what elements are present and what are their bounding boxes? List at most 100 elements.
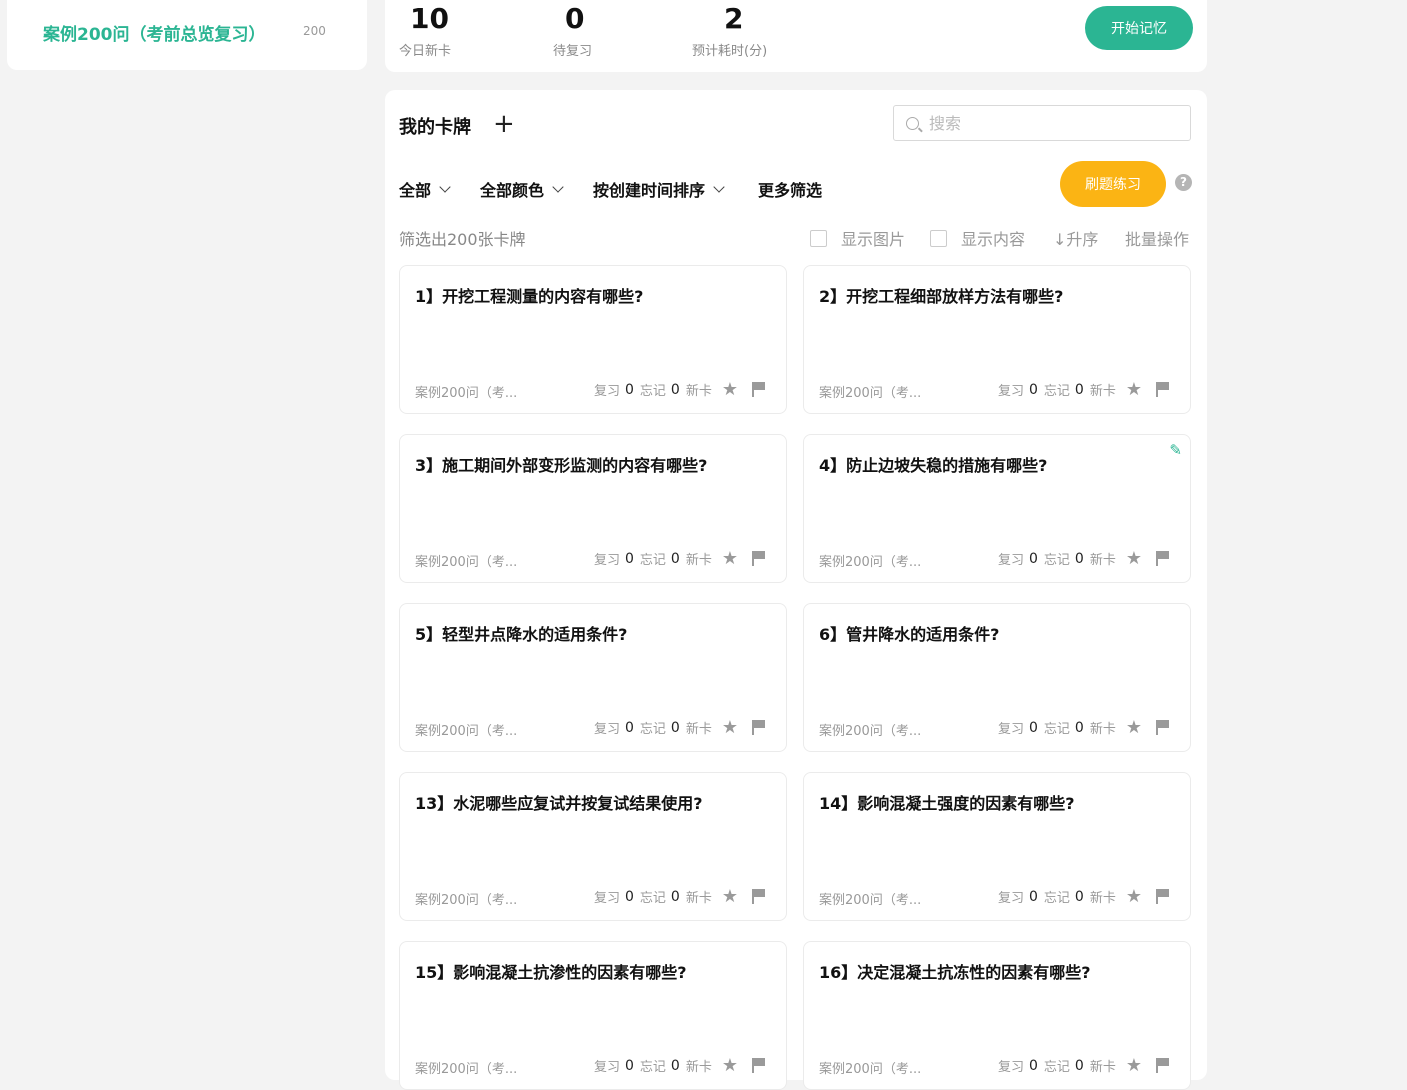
star-icon[interactable]: ★	[1126, 887, 1142, 905]
card-deck: 案例200问（考...	[415, 724, 518, 739]
show-content-label: 显示内容	[961, 230, 1026, 249]
new-label: 新卡	[685, 891, 712, 906]
filter-label: 按创建时间排序	[593, 181, 706, 200]
review-label: 复习	[997, 891, 1024, 906]
card-item[interactable]: 14】影响混凝土强度的因素有哪些? 案例200问（考... 复习 0 忘记 0 新卡…	[803, 772, 1191, 921]
review-label: 复习	[997, 722, 1024, 737]
search-input[interactable]	[927, 112, 1171, 134]
review-label: 复习	[997, 553, 1024, 568]
star-icon[interactable]: ★	[1126, 549, 1142, 567]
sort-dropdown[interactable]: 按创建时间排序	[593, 177, 725, 201]
flag-icon[interactable]	[752, 720, 766, 735]
star-icon[interactable]: ★	[722, 1056, 738, 1074]
review-count: 0	[624, 888, 634, 905]
star-icon[interactable]: ★	[722, 380, 738, 398]
new-label: 新卡	[1089, 553, 1116, 568]
star-icon[interactable]: ★	[1126, 718, 1142, 736]
forget-count: 0	[670, 719, 680, 736]
flag-icon[interactable]	[1156, 889, 1170, 904]
star-icon[interactable]: ★	[1126, 380, 1142, 398]
card-deck: 案例200问（考...	[415, 893, 518, 908]
card-stats: 复习 0 忘记 0 新卡 ★	[998, 1056, 1170, 1075]
flag-icon[interactable]	[752, 889, 766, 904]
flag-icon[interactable]	[1156, 382, 1170, 397]
new-label: 新卡	[1089, 384, 1116, 399]
new-label: 新卡	[685, 384, 712, 399]
card-item[interactable]: 16】决定混凝土抗冻性的因素有哪些? 案例200问（考... 复习 0 忘记 0 新…	[803, 941, 1191, 1090]
practice-button[interactable]: 刷题练习	[1060, 161, 1166, 207]
card-stats: 复习 0 忘记 0 新卡 ★	[998, 718, 1170, 737]
help-icon[interactable]: ?	[1175, 174, 1192, 191]
card-question: 5】轻型井点降水的适用条件?	[415, 625, 628, 644]
star-icon[interactable]: ★	[722, 549, 738, 567]
card-deck: 案例200问（考...	[819, 386, 922, 401]
card-item[interactable]: 1】开挖工程测量的内容有哪些? 案例200问（考... 复习 0 忘记 0 新卡 ★	[399, 265, 787, 414]
show-content-checkbox[interactable]	[930, 229, 947, 247]
forget-label: 忘记	[639, 1060, 666, 1075]
stat-label: 今日新卡	[399, 44, 452, 59]
card-item[interactable]: 2】开挖工程细部放样方法有哪些? 案例200问（考... 复习 0 忘记 0 新卡 …	[803, 265, 1191, 414]
review-label: 复习	[997, 384, 1024, 399]
show-image-checkbox[interactable]	[810, 229, 827, 247]
new-label: 新卡	[685, 1060, 712, 1075]
sidebar: 案例200问（考前总览复习） 200	[7, 0, 367, 70]
sort-order-button[interactable]: ↓升序	[1053, 226, 1098, 250]
card-deck: 案例200问（考...	[415, 386, 518, 401]
card-item[interactable]: 6】管井降水的适用条件? 案例200问（考... 复习 0 忘记 0 新卡 ★	[803, 603, 1191, 752]
card-item[interactable]: 3】施工期间外部变形监测的内容有哪些? 案例200问（考... 复习 0 忘记 0 …	[399, 434, 787, 583]
start-memorize-button[interactable]: 开始记忆	[1085, 6, 1193, 50]
flag-icon[interactable]	[1156, 1058, 1170, 1073]
forget-count: 0	[670, 381, 680, 398]
forget-label: 忘记	[1043, 891, 1070, 906]
search-box[interactable]	[893, 105, 1191, 141]
flag-icon[interactable]	[1156, 720, 1170, 735]
chevron-down-icon	[552, 180, 564, 193]
stat-pending-review: 0 待复习	[553, 2, 592, 59]
star-icon[interactable]: ★	[1126, 1056, 1142, 1074]
forget-count: 0	[1074, 1057, 1084, 1074]
sidebar-deck-count: 200	[303, 24, 326, 38]
batch-operation-button[interactable]: 批量操作	[1125, 226, 1189, 250]
card-deck: 案例200问（考...	[415, 555, 518, 570]
show-content-toggle[interactable]: 显示内容	[930, 226, 1025, 250]
new-label: 新卡	[1089, 722, 1116, 737]
add-card-icon[interactable]: +	[493, 110, 515, 138]
sidebar-deck-name[interactable]: 案例200问（考前总览复习）	[43, 20, 266, 45]
flag-icon[interactable]	[752, 382, 766, 397]
filter-color-dropdown[interactable]: 全部颜色	[480, 177, 564, 201]
card-question: 1】开挖工程测量的内容有哪些?	[415, 287, 644, 306]
show-image-toggle[interactable]: 显示图片	[810, 226, 905, 250]
card-item[interactable]: 15】影响混凝土抗渗性的因素有哪些? 案例200问（考... 复习 0 忘记 0 新…	[399, 941, 787, 1090]
card-item[interactable]: 13】水泥哪些应复试并按复试结果使用? 案例200问（考... 复习 0 忘记 0 …	[399, 772, 787, 921]
chevron-down-icon	[713, 180, 725, 193]
card-deck: 案例200问（考...	[819, 893, 922, 908]
card-question: 3】施工期间外部变形监测的内容有哪些?	[415, 456, 708, 475]
star-icon[interactable]: ★	[722, 718, 738, 736]
forget-count: 0	[1074, 719, 1084, 736]
card-item[interactable]: ✎ 4】防止边坡失稳的措施有哪些? 案例200问（考... 复习 0 忘记 0 新卡…	[803, 434, 1191, 583]
filter-label: 更多筛选	[758, 181, 823, 200]
card-stats: 复习 0 忘记 0 新卡 ★	[998, 549, 1170, 568]
card-question: 13】水泥哪些应复试并按复试结果使用?	[415, 794, 703, 813]
stat-value: 10	[410, 2, 449, 35]
review-count: 0	[1028, 1057, 1038, 1074]
flag-icon[interactable]	[752, 1058, 766, 1073]
filter-all-dropdown[interactable]: 全部	[399, 177, 451, 201]
card-stats: 复习 0 忘记 0 新卡 ★	[998, 380, 1170, 399]
card-stats: 复习 0 忘记 0 新卡 ★	[998, 887, 1170, 906]
filter-result-count: 筛选出200张卡牌	[399, 230, 526, 249]
card-deck: 案例200问（考...	[819, 1062, 922, 1077]
edit-icon[interactable]: ✎	[1169, 441, 1182, 459]
more-filters-button[interactable]: 更多筛选	[758, 177, 822, 201]
star-icon[interactable]: ★	[722, 887, 738, 905]
review-label: 复习	[593, 384, 620, 399]
card-item[interactable]: 5】轻型井点降水的适用条件? 案例200问（考... 复习 0 忘记 0 新卡 ★	[399, 603, 787, 752]
review-count: 0	[1028, 888, 1038, 905]
review-count: 0	[624, 719, 634, 736]
new-label: 新卡	[1089, 891, 1116, 906]
forget-count: 0	[1074, 550, 1084, 567]
page-title: 我的卡牌	[399, 117, 471, 138]
flag-icon[interactable]	[1156, 551, 1170, 566]
flag-icon[interactable]	[752, 551, 766, 566]
forget-label: 忘记	[639, 722, 666, 737]
